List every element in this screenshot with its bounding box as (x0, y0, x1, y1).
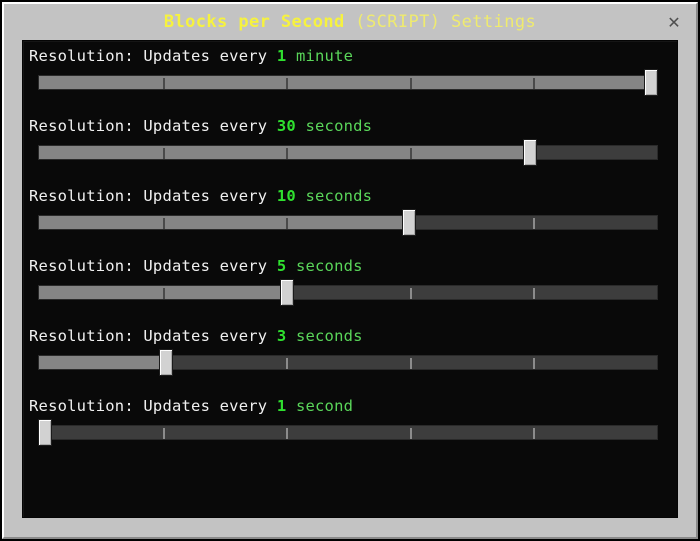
setting-value-unit: seconds (295, 257, 363, 275)
slider-tick (286, 218, 289, 229)
setting-value-number: 1 (276, 47, 287, 65)
setting-label: Resolution: Updates every 10 seconds (29, 186, 372, 206)
setting-value-unit: seconds (305, 187, 373, 205)
slider-tick (162, 288, 165, 299)
setting-row: Resolution: Updates every 30 seconds (23, 111, 677, 181)
slider-track[interactable] (38, 425, 658, 440)
slider-tick (533, 288, 536, 299)
slider-tick (533, 358, 536, 369)
slider-tick (409, 428, 412, 439)
setting-row: Resolution: Updates every 3 seconds (23, 321, 677, 391)
slider-handle[interactable] (401, 209, 416, 236)
setting-value-unit: minute (295, 47, 354, 65)
setting-row: Resolution: Updates every 10 seconds (23, 181, 677, 251)
setting-value-number: 10 (276, 187, 296, 205)
window-title: Blocks per Second (SCRIPT) Settings (4, 12, 696, 32)
setting-label-prefix: Resolution: Updates every (29, 397, 268, 415)
slider-tick (162, 218, 165, 229)
slider-tick (533, 428, 536, 439)
setting-label-prefix: Resolution: Updates every (29, 187, 268, 205)
slider-tick (286, 148, 289, 159)
slider-handle[interactable] (159, 349, 174, 376)
close-icon[interactable]: ✕ (664, 13, 684, 33)
settings-row-list: Resolution: Updates every 1 minute Resolu… (23, 41, 677, 461)
slider-tick (533, 218, 536, 229)
setting-label: Resolution: Updates every 1 minute (29, 46, 353, 66)
setting-row: Resolution: Updates every 1 minute (23, 41, 677, 111)
resolution-slider[interactable] (38, 279, 658, 306)
slider-tick (286, 428, 289, 439)
resolution-slider[interactable] (38, 349, 658, 376)
slider-track[interactable] (38, 75, 658, 90)
resolution-slider[interactable] (38, 419, 658, 446)
setting-value-number: 1 (276, 397, 287, 415)
setting-value-number: 30 (276, 117, 296, 135)
slider-fill (39, 216, 410, 229)
slider-handle[interactable] (38, 419, 52, 446)
slider-handle[interactable] (644, 69, 658, 96)
slider-tick (286, 358, 289, 369)
setting-value-number: 3 (276, 327, 287, 345)
slider-tick (286, 78, 289, 89)
setting-label-prefix: Resolution: Updates every (29, 47, 268, 65)
resolution-slider[interactable] (38, 209, 658, 236)
setting-label: Resolution: Updates every 5 seconds (29, 256, 363, 276)
slider-tick (533, 78, 536, 89)
slider-tick (162, 428, 165, 439)
setting-row: Resolution: Updates every 5 seconds (23, 251, 677, 321)
title-bar[interactable]: Blocks per Second (SCRIPT) Settings ✕ (4, 4, 696, 40)
slider-handle[interactable] (522, 139, 537, 166)
setting-value-unit: second (295, 397, 354, 415)
setting-value-number: 5 (276, 257, 287, 275)
setting-label-prefix: Resolution: Updates every (29, 117, 268, 135)
slider-track[interactable] (38, 215, 658, 230)
settings-content-panel: Resolution: Updates every 1 minute Resolu… (22, 40, 678, 518)
window-title-primary: Blocks per Second (163, 12, 345, 32)
slider-tick (409, 358, 412, 369)
slider-tick (409, 78, 412, 89)
slider-tick (162, 148, 165, 159)
slider-tick (409, 148, 412, 159)
setting-label-prefix: Resolution: Updates every (29, 257, 268, 275)
slider-track[interactable] (38, 285, 658, 300)
resolution-slider[interactable] (38, 139, 658, 166)
setting-value-unit: seconds (305, 117, 373, 135)
setting-label: Resolution: Updates every 30 seconds (29, 116, 372, 136)
slider-fill (39, 356, 163, 369)
settings-window: Blocks per Second (SCRIPT) Settings ✕ Re… (0, 0, 700, 541)
setting-label: Resolution: Updates every 1 second (29, 396, 353, 416)
setting-value-unit: seconds (295, 327, 363, 345)
setting-row: Resolution: Updates every 1 second (23, 391, 677, 461)
slider-tick (409, 288, 412, 299)
setting-label: Resolution: Updates every 3 seconds (29, 326, 363, 346)
window-title-secondary: (SCRIPT) Settings (344, 12, 537, 32)
setting-label-prefix: Resolution: Updates every (29, 327, 268, 345)
slider-fill (39, 76, 657, 89)
slider-handle[interactable] (280, 279, 295, 306)
slider-track[interactable] (38, 355, 658, 370)
slider-tick (162, 78, 165, 89)
slider-track[interactable] (38, 145, 658, 160)
resolution-slider[interactable] (38, 69, 658, 96)
